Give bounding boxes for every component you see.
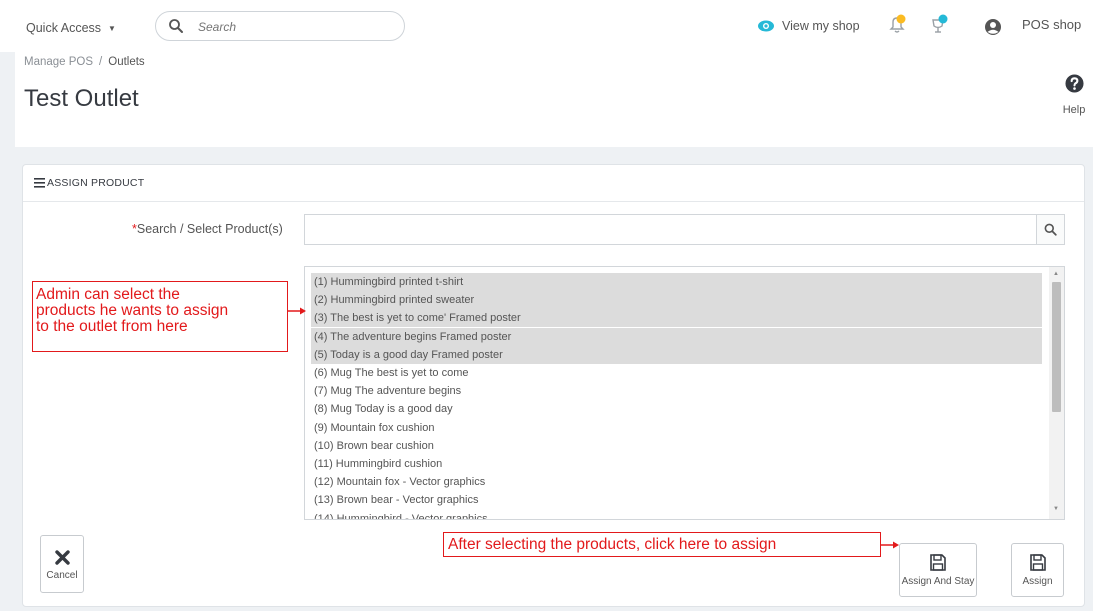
product-field-label-text: Search / Select Product(s) — [136, 222, 283, 236]
product-multiselect[interactable]: (1) Hummingbird printed t-shirt (2) Hummi… — [304, 266, 1065, 520]
breadcrumb-current[interactable]: Outlets — [108, 56, 144, 68]
assign-button[interactable]: Assign — [1011, 543, 1064, 597]
product-option[interactable]: (11) Hummingbird cushion — [311, 455, 1042, 473]
scroll-up-icon[interactable]: ▲ — [1053, 271, 1059, 277]
cancel-button[interactable]: Cancel — [40, 535, 84, 593]
view-my-shop-label: View my shop — [782, 19, 860, 33]
listbox-scrollbar[interactable]: ▲ ▼ — [1049, 267, 1064, 519]
annotation-line: Admin can select the — [36, 286, 180, 303]
product-option[interactable]: (8) Mug Today is a good day — [311, 400, 1042, 418]
help-label: Help — [1062, 104, 1086, 116]
product-option[interactable]: (13) Brown bear - Vector graphics — [311, 491, 1042, 509]
product-option[interactable]: (5) Today is a good day Framed poster — [311, 345, 1042, 364]
header-search[interactable] — [155, 11, 405, 41]
question-circle-icon — [1064, 74, 1084, 93]
quick-access-label: Quick Access — [26, 21, 102, 35]
scroll-thumb[interactable] — [1052, 282, 1061, 412]
panel-title: ASSIGN PRODUCT — [47, 177, 145, 189]
product-search-input[interactable] — [304, 214, 1037, 245]
product-option[interactable]: (14) Hummingbird - Vector graphics — [311, 510, 1042, 519]
annotation-line: to the outlet from here — [36, 318, 188, 335]
product-field-label: *Search / Select Product(s) — [132, 222, 283, 236]
page-title: Test Outlet — [24, 85, 139, 112]
product-option[interactable]: (3) The best is yet to come' Framed post… — [311, 309, 1042, 328]
breadcrumb: Manage POS / Outlets — [24, 56, 145, 68]
assign-label: Assign — [1022, 576, 1053, 587]
help-button[interactable]: Help — [1055, 74, 1093, 116]
product-option[interactable]: (1) Hummingbird printed t-shirt — [311, 273, 1042, 291]
annotation-assign: After selecting the products, click here… — [443, 532, 881, 557]
view-my-shop-link[interactable]: View my shop — [757, 19, 860, 33]
quick-access-dropdown[interactable]: Quick Access ▼ — [26, 21, 116, 35]
shop-name[interactable]: POS shop — [1022, 17, 1081, 32]
product-search-button[interactable] — [1036, 214, 1065, 245]
breadcrumb-parent[interactable]: Manage POS — [24, 56, 93, 68]
header-search-input[interactable] — [196, 17, 395, 37]
list-bars-icon — [34, 178, 45, 188]
save-icon — [930, 554, 946, 571]
page-header: Manage POS / Outlets Test Outlet Help — [15, 52, 1093, 147]
assign-and-stay-label: Assign And Stay — [901, 576, 975, 587]
save-icon — [1029, 554, 1046, 571]
trophy-icon[interactable] — [929, 14, 949, 36]
product-option[interactable]: (12) Mountain fox - Vector graphics — [311, 473, 1042, 491]
user-icon[interactable] — [984, 18, 1002, 36]
search-icon — [169, 19, 183, 33]
product-option[interactable]: (4) The adventure begins Framed poster — [311, 327, 1042, 346]
product-option[interactable]: (10) Brown bear cushion — [311, 437, 1042, 455]
annotation-line: products he wants to assign — [36, 302, 229, 319]
close-icon — [54, 550, 70, 565]
bell-icon[interactable] — [888, 14, 908, 36]
annotation-select-products: Admin can select the products he wants t… — [32, 281, 288, 352]
product-option[interactable]: (9) Mountain fox cushion — [311, 419, 1042, 437]
panel-heading: ASSIGN PRODUCT — [23, 165, 1084, 202]
product-option[interactable]: (7) Mug The adventure begins — [311, 382, 1042, 400]
assign-and-stay-button[interactable]: Assign And Stay — [899, 543, 977, 597]
assign-product-panel: ASSIGN PRODUCT *Search / Select Product(… — [22, 164, 1085, 607]
search-icon — [1044, 223, 1057, 236]
top-bar: Quick Access ▼ View my shop POS shop — [0, 0, 1093, 52]
cancel-label: Cancel — [46, 570, 78, 581]
eye-icon — [758, 20, 774, 32]
arrow-right-icon — [288, 307, 306, 315]
arrow-right-icon — [881, 541, 899, 549]
product-option[interactable]: (2) Hummingbird printed sweater — [311, 291, 1042, 310]
breadcrumb-separator: / — [99, 56, 103, 68]
scroll-down-icon[interactable]: ▼ — [1053, 506, 1059, 512]
product-option[interactable]: (6) Mug The best is yet to come — [311, 364, 1042, 382]
caret-down-icon: ▼ — [108, 23, 116, 33]
